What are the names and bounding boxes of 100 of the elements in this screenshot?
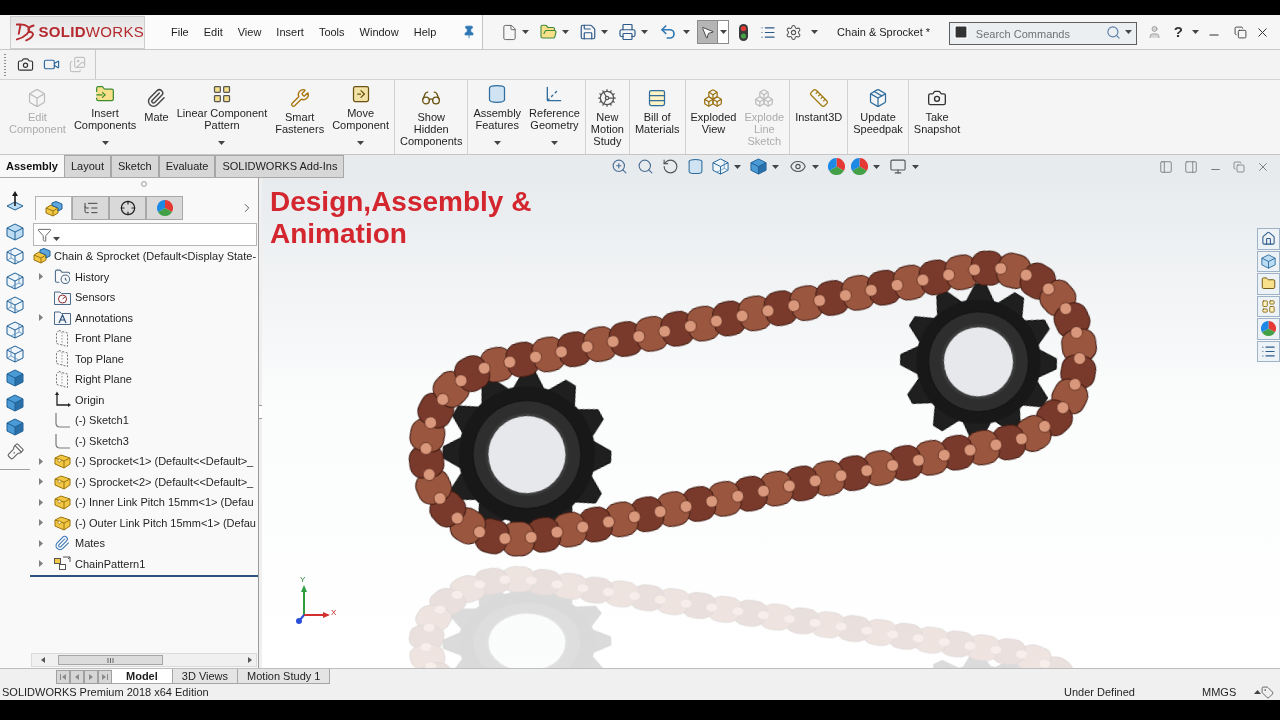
task-pane-button[interactable] xyxy=(1257,250,1280,272)
units-button[interactable]: MMGS xyxy=(1202,683,1254,701)
skip-forward-icon[interactable] xyxy=(98,669,112,684)
tree-item[interactable]: (-) Sprocket<1> (Default<<Default>_ xyxy=(75,453,254,470)
pointer-button[interactable] xyxy=(697,20,719,44)
expand-arrow-icon[interactable] xyxy=(38,478,43,486)
menu-item[interactable]: Edit xyxy=(203,23,223,41)
settings-icon[interactable] xyxy=(785,23,803,41)
menu-item[interactable]: File xyxy=(171,23,189,41)
menu-item[interactable]: Window xyxy=(359,23,399,41)
rotate-arrow-icon[interactable] xyxy=(662,158,679,175)
task-pane-button[interactable] xyxy=(1257,318,1280,340)
cylinder-icon[interactable] xyxy=(687,158,704,175)
tree-item[interactable]: (-) Sketch3 xyxy=(75,432,129,449)
ribbon-button[interactable]: Smart Fasteners xyxy=(274,80,326,154)
eye-icon[interactable] xyxy=(789,158,807,175)
ribbon-button[interactable]: Insert Components xyxy=(72,80,138,154)
cube-icon[interactable] xyxy=(6,393,24,412)
tree-item[interactable]: (-) Sketch1 xyxy=(75,412,129,429)
scroll-right-arrow-icon[interactable] xyxy=(248,657,252,663)
ribbon-button[interactable]: Bill of Materials xyxy=(633,80,681,154)
tab[interactable]: Motion Study 1 xyxy=(238,669,331,684)
dropdown-button[interactable] xyxy=(718,20,730,44)
ribbon-button[interactable]: Update Speedpak xyxy=(852,80,904,154)
ribbon-button[interactable]: Exploded View xyxy=(689,80,738,154)
cube-icon[interactable] xyxy=(712,158,729,175)
magnifier-icon[interactable] xyxy=(611,158,628,175)
ribbon-button[interactable]: New Motion Study xyxy=(589,80,625,154)
tree-item[interactable]: Sensors xyxy=(75,289,116,306)
tree-item[interactable]: Annotations xyxy=(75,309,134,326)
cube-icon[interactable] xyxy=(6,247,24,266)
tab[interactable]: Evaluate xyxy=(158,155,216,177)
ribbon-button[interactable]: Instant3D xyxy=(794,80,844,154)
caret-icon[interactable] xyxy=(812,164,819,169)
expand-arrow-icon[interactable] xyxy=(38,539,43,547)
expand-arrow-icon[interactable] xyxy=(38,314,43,322)
menu-item[interactable]: Insert xyxy=(276,23,304,41)
ribbon-button[interactable]: Mate xyxy=(143,80,170,154)
task-pane-button[interactable] xyxy=(1257,295,1280,317)
ribbon-button[interactable]: Move Component xyxy=(331,80,391,154)
skip-back-icon[interactable] xyxy=(56,669,70,684)
task-pane-button[interactable] xyxy=(1257,340,1280,362)
tree-item[interactable]: (-) Sprocket<2> (Default<<Default>_ xyxy=(75,473,254,490)
tab[interactable]: 3D Views xyxy=(172,669,239,684)
tree-item[interactable]: ChainPattern1 xyxy=(75,555,146,572)
pin-icon[interactable] xyxy=(462,25,477,39)
cube-icon[interactable] xyxy=(6,296,24,315)
caret-icon[interactable] xyxy=(493,141,501,145)
cube-icon[interactable] xyxy=(750,158,767,175)
tree-item[interactable]: History xyxy=(75,268,110,285)
caret-icon[interactable] xyxy=(550,141,558,145)
traffic-light-icon[interactable] xyxy=(739,23,749,41)
expand-arrow-icon[interactable] xyxy=(38,519,43,527)
tree-item[interactable]: Origin xyxy=(75,391,105,408)
ribbon-button[interactable]: Show Hidden Components xyxy=(399,80,464,154)
caret-icon[interactable] xyxy=(562,30,570,34)
panel-left-icon[interactable] xyxy=(1159,159,1173,174)
caret-icon[interactable] xyxy=(734,164,741,169)
caret-icon[interactable] xyxy=(1192,30,1199,34)
camera-icon[interactable] xyxy=(17,56,34,73)
horizontal-scrollbar[interactable] xyxy=(31,653,257,667)
ribbon-button[interactable]: Take Snapshot xyxy=(912,80,962,154)
filter-field[interactable] xyxy=(33,223,257,246)
expand-arrow-icon[interactable] xyxy=(38,560,43,568)
tab[interactable]: Assembly xyxy=(0,155,64,177)
cube-icon[interactable] xyxy=(6,369,24,388)
scrollbar-thumb[interactable] xyxy=(58,655,163,665)
ribbon-button[interactable]: Assembly Features xyxy=(472,80,523,154)
caret-icon[interactable] xyxy=(641,30,649,34)
restore-icon[interactable] xyxy=(1234,25,1247,39)
caret-icon[interactable] xyxy=(101,141,109,145)
caret-icon[interactable] xyxy=(1124,30,1132,34)
tree-item[interactable]: Right Plane xyxy=(75,371,132,388)
tab[interactable]: Sketch xyxy=(111,155,159,177)
menu-item[interactable]: Tools xyxy=(318,23,345,41)
cube-icon[interactable] xyxy=(6,418,24,437)
folder-icon[interactable] xyxy=(539,23,559,41)
tab[interactable]: Layout xyxy=(64,155,111,177)
caret-icon[interactable] xyxy=(912,164,919,169)
caret-icon[interactable] xyxy=(811,30,819,34)
tree-item[interactable]: (-) Inner Link Pitch 15mm<1> (Defau xyxy=(75,494,254,511)
caret-icon[interactable] xyxy=(719,30,727,34)
task-pane-button[interactable] xyxy=(1257,228,1280,250)
triangle-right-icon[interactable] xyxy=(84,669,98,684)
menu-item[interactable]: View xyxy=(237,23,262,41)
caret-icon[interactable] xyxy=(873,164,880,169)
cube-icon[interactable] xyxy=(6,271,24,290)
color-sphere-icon[interactable] xyxy=(828,158,845,175)
search-field[interactable]: Search Commands xyxy=(948,22,1137,45)
tree-item[interactable]: (-) Outer Link Pitch 15mm<1> (Defau xyxy=(75,514,256,531)
caret-up-icon[interactable] xyxy=(1254,690,1261,694)
menu-item[interactable]: Help xyxy=(413,23,437,41)
cube-icon[interactable] xyxy=(6,344,24,363)
caret-icon[interactable] xyxy=(357,141,365,145)
expand-arrow-icon[interactable] xyxy=(38,457,43,465)
panel-tab[interactable] xyxy=(109,196,146,220)
tree-item[interactable]: Mates xyxy=(75,535,105,552)
expand-arrow-icon[interactable] xyxy=(38,498,43,506)
caret-icon[interactable] xyxy=(522,30,530,34)
axis-arrow-icon[interactable] xyxy=(6,191,24,211)
